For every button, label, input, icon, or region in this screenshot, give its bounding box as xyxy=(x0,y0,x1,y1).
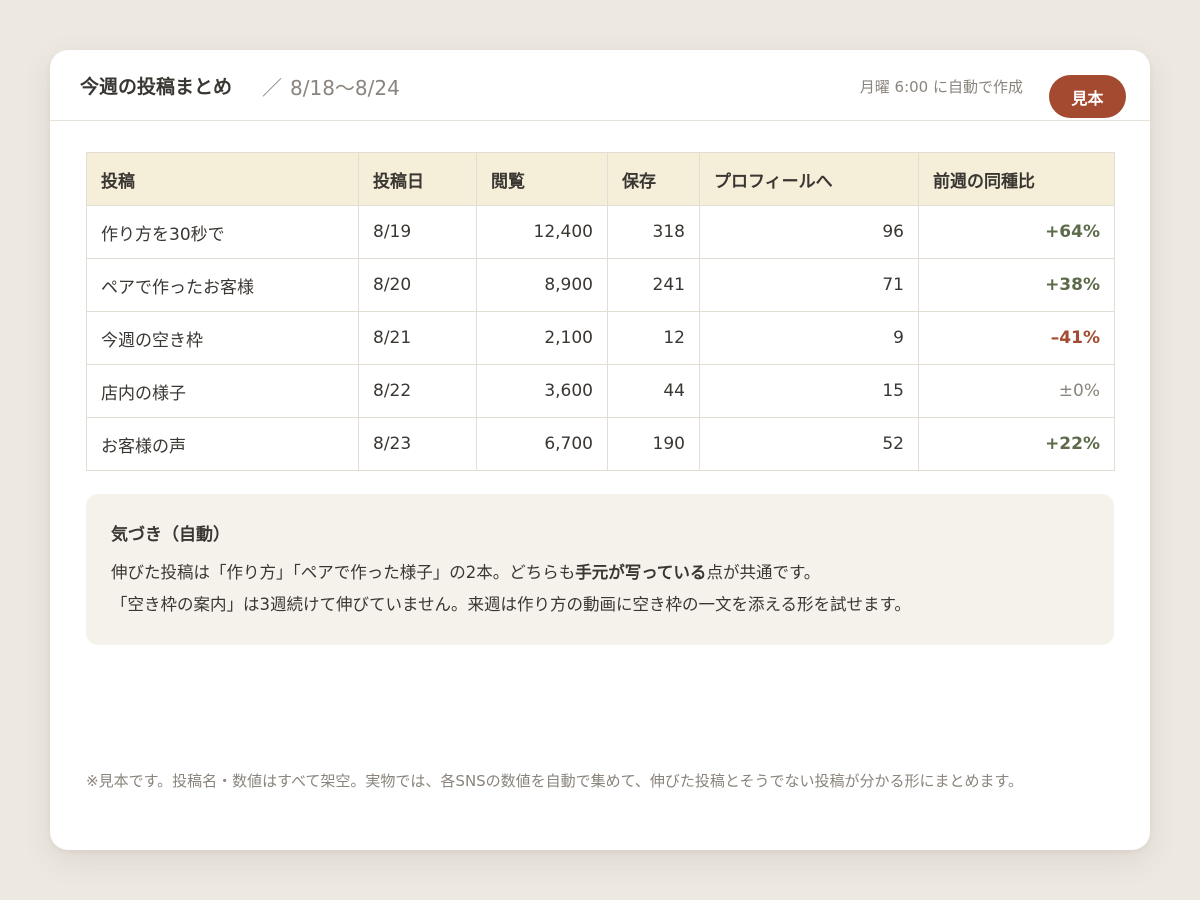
views-cell: 6,700 xyxy=(476,417,608,471)
column-header-date: 投稿日 xyxy=(358,152,477,206)
insight-title: 気づき（自動） xyxy=(111,525,230,545)
saves-cell: 190 xyxy=(607,417,700,471)
profile-cell: 15 xyxy=(699,364,919,418)
date-range: 8/18〜8/24 xyxy=(290,76,400,100)
table-header-row: 投稿 投稿日 閲覧 保存 プロフィールへ 前週の同種比 xyxy=(86,152,1115,206)
posts-table: 投稿 投稿日 閲覧 保存 プロフィールへ 前週の同種比 作り方を30秒で 8/1… xyxy=(86,152,1115,471)
column-header-saves: 保存 xyxy=(607,152,700,206)
post-date-cell: 8/22 xyxy=(358,364,477,418)
column-header-post: 投稿 xyxy=(86,152,359,206)
saves-cell: 12 xyxy=(607,311,700,365)
title-separator: ／ xyxy=(262,76,282,100)
report-card: 今週の投稿まとめ ／ 8/18〜8/24 月曜 6:00 に自動で作成 見本 投… xyxy=(50,50,1150,850)
post-name-cell: 今週の空き枠 xyxy=(86,311,359,365)
table-row: 店内の様子 8/22 3,600 44 15 ±0% xyxy=(86,364,1115,418)
post-name-cell: 店内の様子 xyxy=(86,364,359,418)
table-row: 作り方を30秒で 8/19 12,400 318 96 +64% xyxy=(86,205,1115,259)
profile-cell: 52 xyxy=(699,417,919,471)
profile-cell: 9 xyxy=(699,311,919,365)
post-date-cell: 8/19 xyxy=(358,205,477,259)
change-cell: +64% xyxy=(918,205,1115,259)
insight-line-2: 「空き枠の案内」は3週続けて伸びていません。来週は作り方の動画に空き枠の一文を添… xyxy=(111,595,911,614)
post-date-cell: 8/20 xyxy=(358,258,477,312)
auto-generated-note: 月曜 6:00 に自動で作成 xyxy=(859,78,1023,96)
column-header-change: 前週の同種比 xyxy=(918,152,1115,206)
change-cell: +22% xyxy=(918,417,1115,471)
views-cell: 3,600 xyxy=(476,364,608,418)
insight-line-1: 伸びた投稿は「作り方」「ペアで作った様子」の2本。どちらも手元が写っている点が共… xyxy=(111,557,1089,589)
table-row: ペアで作ったお客様 8/20 8,900 241 71 +38% xyxy=(86,258,1115,312)
profile-cell: 71 xyxy=(699,258,919,312)
profile-cell: 96 xyxy=(699,205,919,259)
insight-panel: 気づき（自動） 伸びた投稿は「作り方」「ペアで作った様子」の2本。どちらも手元が… xyxy=(86,494,1114,645)
post-name-cell: 作り方を30秒で xyxy=(86,205,359,259)
views-cell: 2,100 xyxy=(476,311,608,365)
saves-cell: 44 xyxy=(607,364,700,418)
post-date-cell: 8/23 xyxy=(358,417,477,471)
saves-cell: 241 xyxy=(607,258,700,312)
insight-line-1-after: 点が共通です。 xyxy=(706,563,821,582)
sample-badge: 見本 xyxy=(1049,75,1126,118)
table-row: お客様の声 8/23 6,700 190 52 +22% xyxy=(86,417,1115,471)
post-name-cell: お客様の声 xyxy=(86,417,359,471)
insight-line-1-before: 伸びた投稿は「作り方」「ペアで作った様子」の2本。どちらも xyxy=(111,563,576,582)
saves-cell: 318 xyxy=(607,205,700,259)
table-row: 今週の空き枠 8/21 2,100 12 9 –41% xyxy=(86,311,1115,365)
views-cell: 12,400 xyxy=(476,205,608,259)
post-date-cell: 8/21 xyxy=(358,311,477,365)
column-header-profile: プロフィールへ xyxy=(699,152,919,206)
post-name-cell: ペアで作ったお客様 xyxy=(86,258,359,312)
card-header: 今週の投稿まとめ ／ 8/18〜8/24 月曜 6:00 に自動で作成 見本 xyxy=(50,50,1150,121)
footnote: ※見本です。投稿名・数値はすべて架空。実物では、各SNSの数値を自動で集めて、伸… xyxy=(86,772,1023,790)
views-cell: 8,900 xyxy=(476,258,608,312)
report-title: 今週の投稿まとめ xyxy=(80,76,233,98)
column-header-views: 閲覧 xyxy=(476,152,608,206)
insight-line-1-emphasis: 手元が写っている xyxy=(575,563,707,582)
change-cell: –41% xyxy=(918,311,1115,365)
change-cell: +38% xyxy=(918,258,1115,312)
change-cell: ±0% xyxy=(918,364,1115,418)
